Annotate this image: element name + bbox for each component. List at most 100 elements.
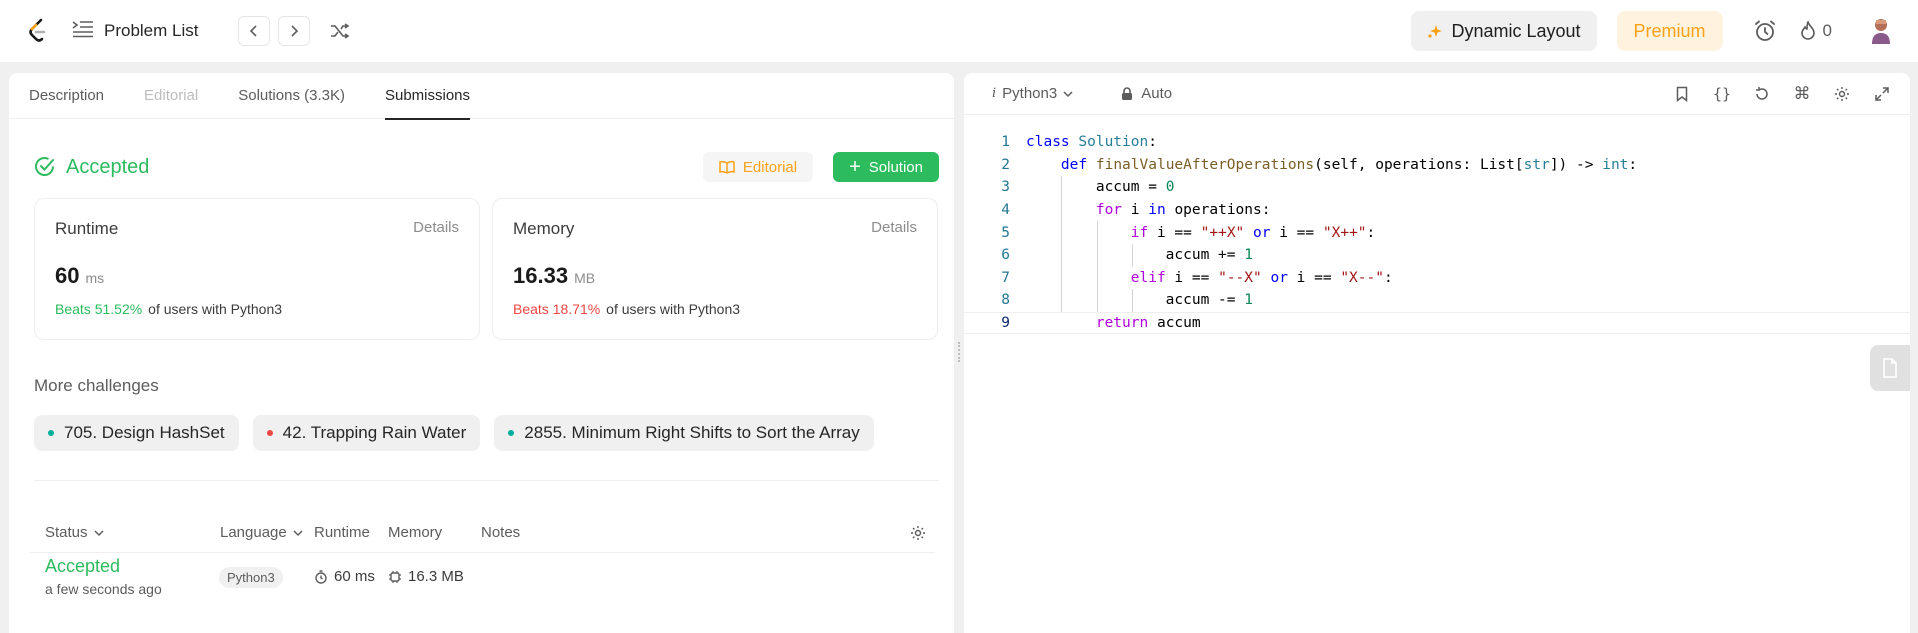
sparkle-icon [1428,25,1443,38]
plus-icon: + [849,156,861,178]
tab-description[interactable]: Description [29,73,104,119]
code-area[interactable]: 1 class Solution: 2 def finalValueAfterO… [964,131,1910,335]
status-column-header[interactable]: Status [45,524,104,541]
memory-beats-suffix: of users with Python3 [606,301,741,317]
row-language-badge: Python3 [219,567,283,588]
editorial-button[interactable]: Editorial [702,152,814,182]
accepted-label: Accepted [66,155,150,178]
dynamic-layout-button[interactable]: Dynamic Layout [1411,11,1597,51]
runtime-title: Runtime [55,219,119,238]
left-tabs: Description Editorial Solutions (3.3K) S… [9,73,954,120]
row-runtime-value: 60 ms [334,568,375,585]
tab-submissions[interactable]: Submissions [384,73,471,120]
book-icon [719,160,735,174]
line-number: 6 [1001,247,1010,264]
post-solution-button[interactable]: + Solution [833,152,939,182]
chevron-left-icon [250,25,258,37]
runtime-details-link[interactable]: Details [413,219,459,239]
code-text: for i in operations: [1095,202,1271,219]
code-line: 6 accum += 1 [964,243,1910,267]
challenge-list: 705. Design HashSet 42. Trapping Rain Wa… [34,415,874,451]
dynamic-layout-label: Dynamic Layout [1451,20,1581,41]
challenge-label: 705. Design HashSet [64,423,225,442]
runtime-card[interactable]: Runtime Details 60 ms Beats 51.52% of use… [34,198,480,340]
accepted-status: Accepted [34,156,149,179]
alarm-clock-icon[interactable] [1751,17,1779,45]
line-number: 7 [1001,269,1010,286]
drag-handle-icon [957,342,961,362]
tab-editorial[interactable]: Editorial [144,73,198,119]
auto-mode-toggle[interactable]: Auto [1121,85,1172,102]
lock-icon [1122,86,1133,100]
reset-code-icon[interactable] [1752,84,1772,104]
challenge-chip[interactable]: 42. Trapping Rain Water [252,415,481,451]
document-icon [1883,358,1897,378]
line-number: 4 [1001,202,1010,219]
command-shortcut-icon[interactable]: ⌘ [1792,84,1812,104]
editorial-button-label: Editorial [742,158,798,176]
difficulty-dot [266,430,273,436]
line-number: 2 [1001,156,1010,173]
code-line: 8 accum -= 1 [964,289,1910,312]
streak-count: 0 [1822,21,1832,40]
row-timestamp: a few seconds ago [45,581,162,597]
user-avatar[interactable] [1868,16,1894,46]
chevron-right-icon [291,25,299,37]
gear-icon [911,525,925,540]
format-code-icon[interactable]: {} [1712,84,1732,104]
row-status[interactable]: Accepted [45,556,162,577]
challenge-chip[interactable]: 2855. Minimum Right Shifts to Sort the A… [494,415,874,451]
challenge-label: 2855. Minimum Right Shifts to Sort the A… [524,423,860,442]
result-header: Accepted Editorial + Solution [34,151,939,183]
premium-button[interactable]: Premium [1616,11,1723,51]
problem-list-icon [72,20,94,43]
submissions-table-header: Status Language Runtime Memory Notes [30,513,935,553]
row-runtime: 60 ms [314,568,375,585]
difficulty-dot [48,430,54,436]
language-selector[interactable]: i Python3 [992,85,1073,102]
problem-list-label: Problem List [104,21,199,40]
problem-list-button[interactable]: Problem List [72,20,198,43]
runtime-column-header: Runtime [314,524,370,541]
table-row[interactable]: Accepted a few seconds ago Python3 60 ms… [30,556,935,620]
notes-side-tab[interactable] [1870,345,1910,391]
notes-column-header: Notes [481,524,521,541]
difficulty-dot [508,430,515,436]
line-number: 5 [1001,224,1010,241]
section-divider [34,480,939,481]
language-column-header[interactable]: Language [220,524,303,541]
random-problem-button[interactable] [324,16,356,46]
memory-details-link[interactable]: Details [871,219,917,239]
expand-icon[interactable] [1872,84,1892,104]
line-number: 9 [1001,315,1010,332]
line-number: 3 [1001,179,1010,196]
bookmark-icon[interactable] [1672,84,1692,104]
runtime-unit: ms [85,270,105,286]
panel-resize-handle[interactable] [954,73,964,631]
status-header-label: Status [45,524,88,541]
prev-problem-button[interactable] [238,16,271,46]
chevron-down-icon [94,529,104,536]
challenge-chip[interactable]: 705. Design HashSet [34,415,239,451]
table-settings-button[interactable] [910,525,926,541]
memory-unit: MB [574,270,596,286]
code-text: accum += 1 [1026,247,1253,264]
code-line: 2 def finalValueAfterOperations(self, op… [964,154,1910,177]
memory-value: 16.33 [513,263,569,288]
more-challenges-title: More challenges [34,376,159,395]
code-editor-panel: i Python3 Auto {} ⌘ 1 class Solution: 2 … [964,73,1910,633]
streak-counter[interactable]: 0 [1799,21,1832,41]
auto-mode-label: Auto [1141,85,1173,102]
settings-gear-icon[interactable] [1832,84,1852,104]
code-text: def finalValueAfterOperations(self, oper… [1060,156,1638,173]
memory-card[interactable]: Memory Details 16.33 MB Beats 18.71% of u… [492,198,938,340]
editor-toolbar: i Python3 Auto {} ⌘ [964,73,1910,115]
memory-beats: Beats 18.71% [513,301,601,317]
tab-solutions[interactable]: Solutions (3.3K) [238,73,345,119]
leetcode-logo-icon[interactable] [24,15,52,47]
chip-icon [389,570,401,583]
stopwatch-icon [315,569,327,584]
next-problem-button[interactable] [278,16,311,46]
check-circle-icon [35,157,54,176]
code-text: class Solution: [1026,134,1157,151]
